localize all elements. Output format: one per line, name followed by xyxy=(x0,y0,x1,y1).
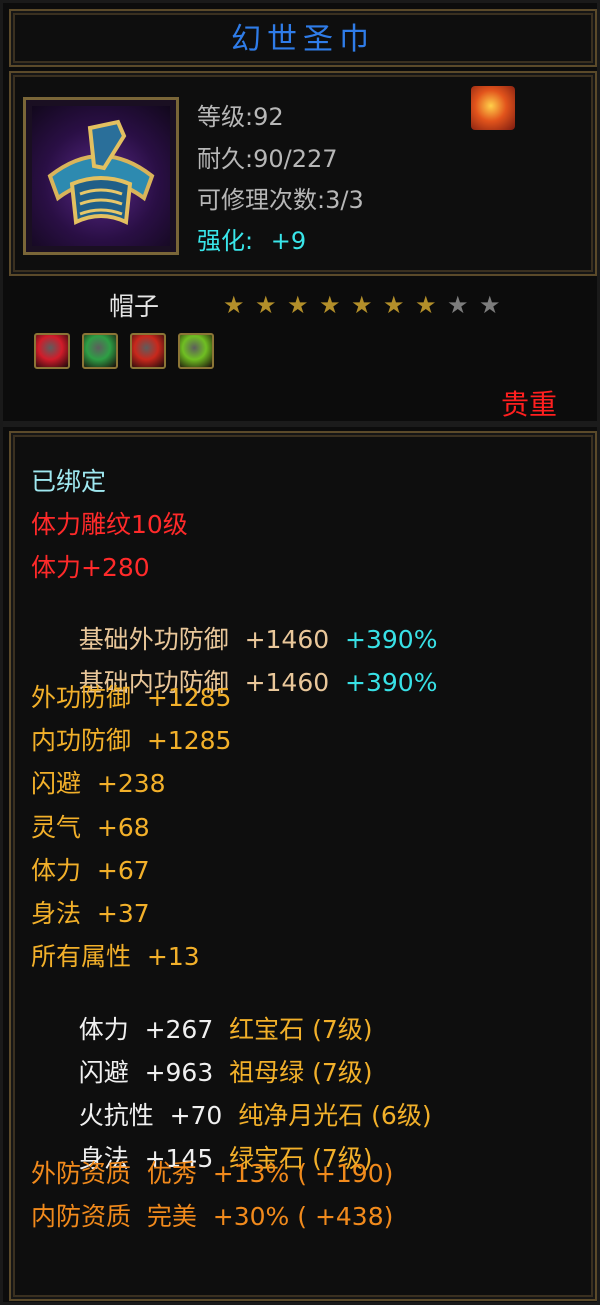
dodge: 闪避 +238 xyxy=(31,769,166,798)
red-gem-icon[interactable] xyxy=(34,333,70,369)
inner-defense-quality: 内防资质 完美 +30% ( +438) xyxy=(31,1202,394,1231)
stamina: 体力 +67 xyxy=(31,856,150,885)
item-tooltip: 幻世圣巾 等级:92 耐久:90/227 可修理次数:3/3 强化: +9 帽子… xyxy=(0,0,600,1305)
enhance-label: 强化: xyxy=(197,227,254,255)
star-empty-icon: ★ xyxy=(479,291,501,319)
star-filled-icon: ★ xyxy=(351,291,373,319)
fire-swirl-icon xyxy=(471,86,515,130)
outer-defense: 外功防御 +1285 xyxy=(31,683,232,712)
item-repair-count: 可修理次数:3/3 xyxy=(197,186,364,214)
star-filled-icon: ★ xyxy=(223,291,245,319)
all-attributes: 所有属性 +13 xyxy=(31,942,200,971)
green-gem-icon[interactable] xyxy=(82,333,118,369)
item-durability: 耐久:90/227 xyxy=(197,145,338,173)
red-feather-gem-icon[interactable] xyxy=(130,333,166,369)
headband-icon xyxy=(32,106,170,246)
lime-gem-icon[interactable] xyxy=(178,333,214,369)
agility: 身法 +37 xyxy=(31,899,150,928)
spirit: 灵气 +68 xyxy=(31,813,150,842)
bound-status: 已绑定 xyxy=(31,467,107,496)
attributes-panel: 已绑定 体力雕纹10级 体力+280 基础外功防御 +1460 +390% 基础… xyxy=(9,431,597,1301)
item-icon-frame xyxy=(23,97,179,255)
engraving-stat: 体力+280 xyxy=(31,553,150,582)
star-filled-icon: ★ xyxy=(415,291,437,319)
section-divider xyxy=(3,421,600,427)
item-rarity: 贵重 xyxy=(501,388,558,421)
enhance-value: +9 xyxy=(270,227,307,255)
inner-defense: 内功防御 +1285 xyxy=(31,726,232,755)
engraving-line: 体力雕纹10级 xyxy=(31,510,188,539)
star-filled-icon: ★ xyxy=(255,291,277,319)
star-empty-icon: ★ xyxy=(447,291,469,319)
star-filled-icon: ★ xyxy=(287,291,309,319)
item-type: 帽子 xyxy=(109,292,160,321)
item-enhance: 强化: +9 xyxy=(197,221,306,256)
star-filled-icon: ★ xyxy=(383,291,405,319)
title-bar: 幻世圣巾 xyxy=(9,9,597,67)
item-name: 幻世圣巾 xyxy=(231,22,375,57)
star-filled-icon: ★ xyxy=(319,291,341,319)
item-level: 等级:92 xyxy=(197,103,284,131)
outer-defense-quality: 外防资质 优秀 +13% ( +190) xyxy=(31,1159,394,1188)
